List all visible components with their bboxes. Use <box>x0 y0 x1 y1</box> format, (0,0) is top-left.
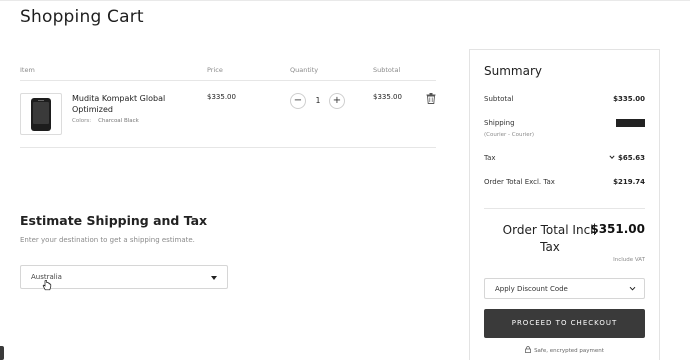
caret-down-icon <box>211 276 217 280</box>
trash-icon[interactable] <box>426 93 436 104</box>
phone-icon <box>31 98 51 131</box>
product-color: Colors: Charcoal Black <box>72 118 139 124</box>
product-color-label: Colors: <box>72 118 92 124</box>
top-divider <box>0 0 690 1</box>
secure-payment-text: Safe, encrypted payment <box>534 348 604 354</box>
product-thumbnail[interactable] <box>20 93 62 135</box>
summary-excl-tax-label: Order Total Excl. Tax <box>484 178 555 186</box>
summary-subtotal-label: Subtotal <box>484 95 514 103</box>
summary-excl-tax-row: Order Total Excl. Tax $219.74 <box>484 178 645 186</box>
vat-note: Include VAT <box>613 257 645 263</box>
summary-subtotal-row: Subtotal $335.00 <box>484 95 645 103</box>
column-header-quantity: Quantity <box>290 66 319 74</box>
column-header-subtotal: Subtotal <box>373 66 401 74</box>
page-corner-tab <box>0 346 4 360</box>
summary-shipping-value: $16.00 <box>615 119 645 127</box>
summary-tax-row[interactable]: Tax $65.63 <box>484 154 645 162</box>
column-header-item: Item <box>20 66 35 74</box>
summary-shipping-row: Shipping $16.00 <box>484 119 645 127</box>
summary-tax-label: Tax <box>484 154 496 162</box>
discount-code-toggle[interactable]: Apply Discount Code <box>484 278 645 299</box>
hand-cursor-icon <box>42 280 52 291</box>
lock-icon <box>525 346 531 353</box>
header-divider <box>20 80 436 81</box>
product-price: $335.00 <box>207 93 236 101</box>
page-title: Shopping Cart <box>20 7 144 27</box>
estimate-subtitle: Enter your destination to get a shipping… <box>20 236 195 244</box>
row-divider <box>20 147 436 148</box>
chevron-down-icon[interactable] <box>609 154 615 160</box>
summary-excl-tax-value: $219.74 <box>613 178 645 186</box>
product-color-value: Charcoal Black <box>98 118 139 124</box>
summary-title: Summary <box>484 64 542 78</box>
discount-code-label: Apply Discount Code <box>495 285 568 293</box>
product-name[interactable]: Mudita Kompakt Global Optimized <box>72 94 187 115</box>
order-total-label: Order Total Incl. Tax <box>502 223 598 254</box>
chevron-down-icon <box>629 286 636 291</box>
summary-tax-value: $65.63 <box>617 154 645 162</box>
estimate-title: Estimate Shipping and Tax <box>20 213 208 228</box>
column-header-price: Price <box>207 66 223 74</box>
quantity-decrease-button[interactable]: − <box>290 93 306 109</box>
proceed-to-checkout-button[interactable]: PROCEED TO CHECKOUT <box>484 309 645 338</box>
quantity-increase-button[interactable]: + <box>329 93 345 109</box>
summary-shipping-method: (Courier - Courier) <box>484 132 535 138</box>
row-subtotal: $335.00 <box>373 93 402 101</box>
order-total-value: $351.00 <box>590 222 645 236</box>
summary-shipping-label: Shipping <box>484 119 515 127</box>
quantity-value[interactable]: 1 <box>310 96 326 105</box>
summary-divider <box>484 208 645 209</box>
summary-subtotal-value: $335.00 <box>613 95 645 103</box>
secure-payment-note: Safe, encrypted payment <box>470 346 659 354</box>
summary-panel: Summary Subtotal $335.00 Shipping $16.00… <box>469 49 660 360</box>
